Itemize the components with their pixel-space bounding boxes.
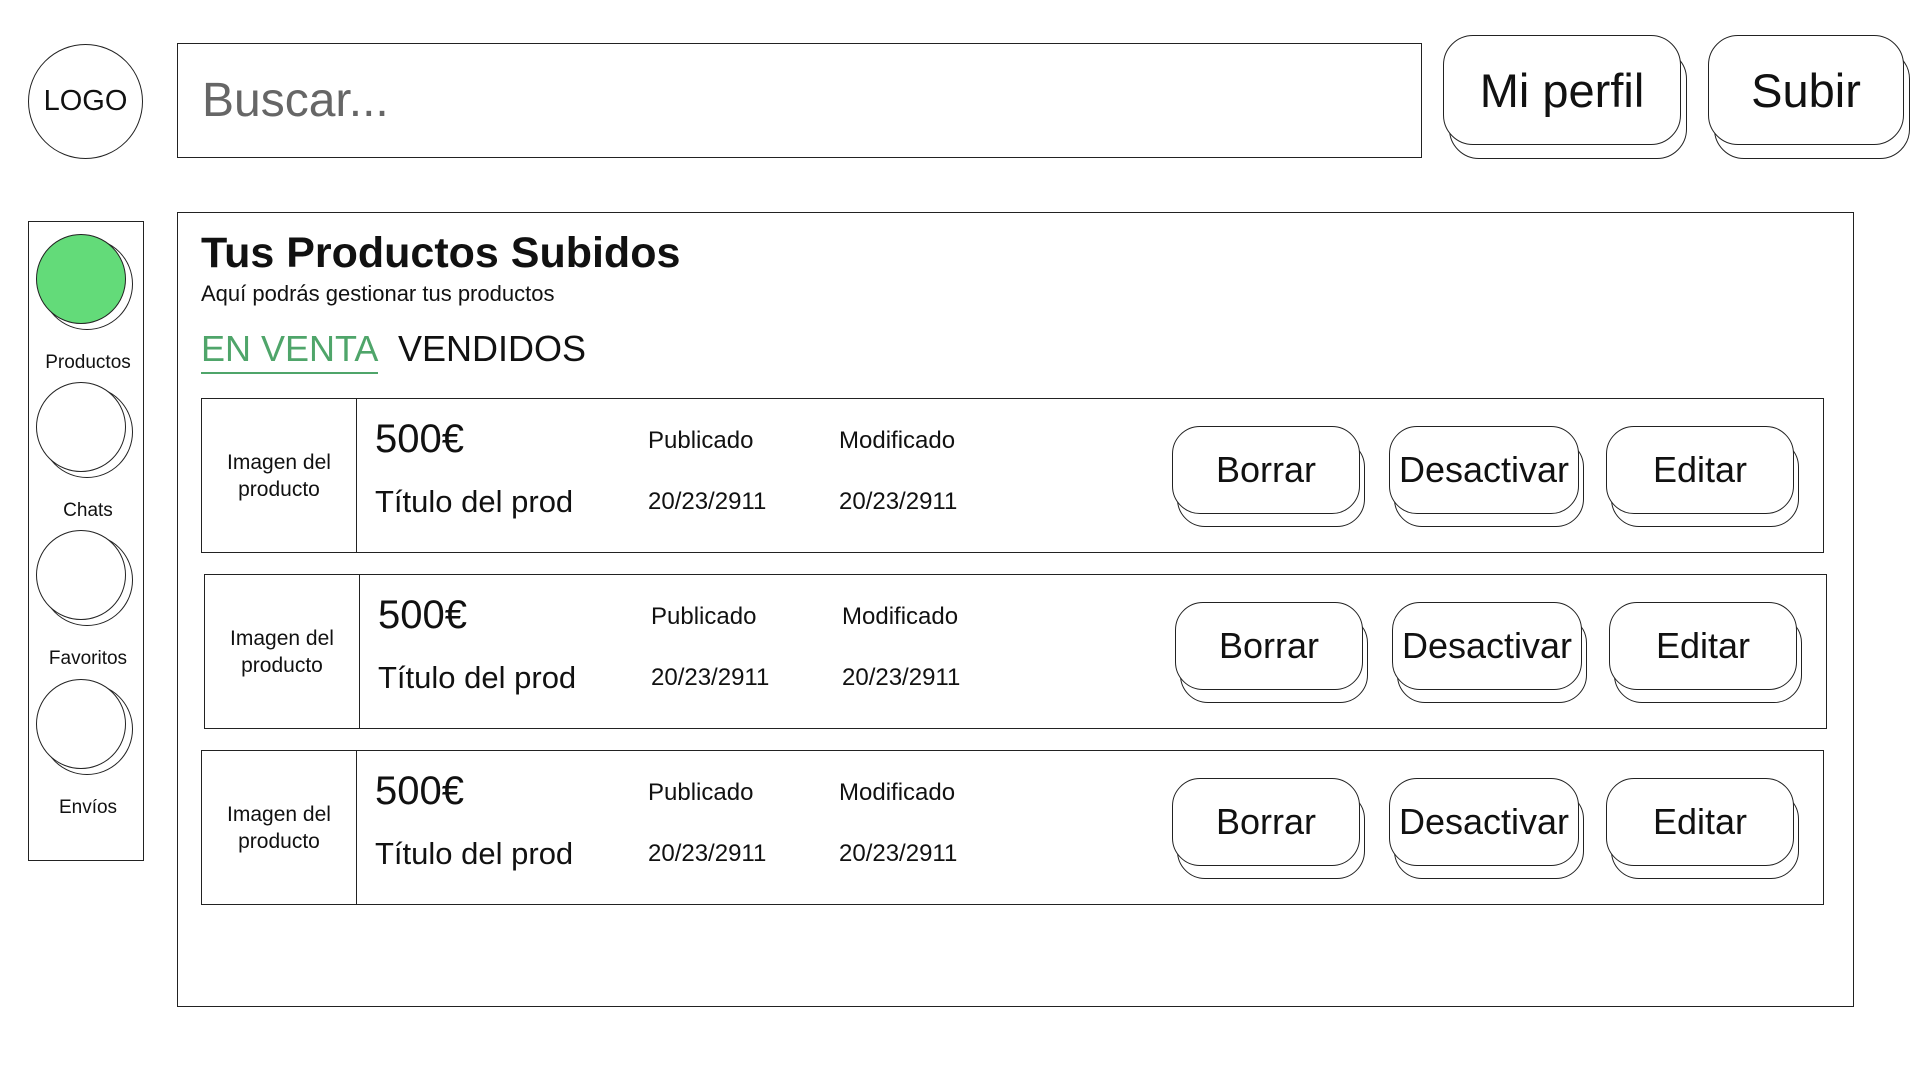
deactivate-button-face[interactable]: Desactivar [1392,602,1582,690]
published-date: 20/23/2911 [648,840,767,867]
edit-button[interactable]: Editar [1606,426,1799,527]
product-image-placeholder: Imagen del producto [205,575,360,728]
deactivate-button[interactable]: Desactivar [1389,778,1584,879]
productos-icon-face [36,234,126,324]
edit-button[interactable]: Editar [1609,602,1802,703]
published-label: Publicado [651,603,757,630]
search-bar[interactable] [177,43,1422,158]
sidebar-item-label: Envíos [58,797,118,818]
edit-button-label: Editar [1655,625,1751,666]
modified-date: 20/23/2911 [839,488,958,515]
deactivate-button[interactable]: Desactivar [1389,426,1584,527]
deactivate-button-label: Desactivar [1398,449,1570,490]
deactivate-button-face[interactable]: Desactivar [1389,426,1579,514]
delete-button[interactable]: Borrar [1175,602,1368,703]
product-title: Título del prod [378,660,577,695]
delete-button-label: Borrar [1215,801,1317,842]
edit-button-label: Editar [1652,449,1748,490]
delete-button-label: Borrar [1215,449,1317,490]
sidebar-item-label: Chats [63,500,113,521]
deactivate-button-label: Desactivar [1398,801,1570,842]
deactivate-button-label: Desactivar [1401,625,1573,666]
deactivate-button-face[interactable]: Desactivar [1389,778,1579,866]
modified-date: 20/23/2911 [842,664,961,691]
published-label: Publicado [648,427,754,454]
published-date: 20/23/2911 [651,664,770,691]
sidebar-item-productos[interactable]: Productos [29,234,145,374]
edit-button-face[interactable]: Editar [1606,778,1794,866]
main-panel: Tus Productos Subidos Aquí podrás gestio… [177,212,1854,1007]
envios-icon-face [36,679,126,769]
product-row: Imagen del producto 500€ Título del prod… [204,574,1827,729]
envios-icon [36,679,133,775]
delete-button-face[interactable]: Borrar [1172,778,1360,866]
profile-button[interactable]: Mi perfil [1443,35,1687,159]
product-image-placeholder: Imagen del producto [202,399,357,552]
published-label: Publicado [648,779,754,806]
search-input[interactable] [202,73,1421,128]
favoritos-icon-face [36,530,126,620]
logo[interactable]: LOGO [28,44,143,159]
product-price: 500€ [375,769,464,813]
sidebar-item-favoritos[interactable]: Favoritos [29,530,145,670]
product-image-placeholder: Imagen del producto [202,751,357,904]
chats-icon [36,382,133,478]
edit-button[interactable]: Editar [1606,778,1799,879]
deactivate-button[interactable]: Desactivar [1392,602,1587,703]
tab-en-venta[interactable]: EN VENTA [201,328,379,374]
chats-icon-face [36,382,126,472]
favoritos-icon [36,530,133,626]
product-price: 500€ [378,593,467,637]
logo-text: LOGO [43,85,128,117]
modified-label: Modificado [839,779,956,806]
edit-button-face[interactable]: Editar [1609,602,1797,690]
edit-button-face[interactable]: Editar [1606,426,1794,514]
published-date: 20/23/2911 [648,488,767,515]
delete-button-face[interactable]: Borrar [1172,426,1360,514]
tab-vendidos[interactable]: VENDIDOS [398,328,586,370]
product-row: Imagen del producto 500€ Título del prod… [201,398,1824,553]
page-title: Tus Productos Subidos [201,229,681,277]
product-row: Imagen del producto 500€ Título del prod… [201,750,1824,905]
sidebar-item-label: Favoritos [48,648,128,669]
modified-label: Modificado [839,427,956,454]
product-price: 500€ [375,417,464,461]
delete-button[interactable]: Borrar [1172,426,1365,527]
page-subtitle: Aquí podrás gestionar tus productos [201,281,555,306]
productos-icon [36,234,133,330]
delete-button-label: Borrar [1218,625,1320,666]
edit-button-label: Editar [1652,801,1748,842]
sidebar-item-chats[interactable]: Chats [29,382,145,522]
upload-button[interactable]: Subir [1708,35,1910,159]
profile-button-face[interactable]: Mi perfil [1443,35,1681,145]
delete-button[interactable]: Borrar [1172,778,1365,879]
modified-label: Modificado [842,603,959,630]
modified-date: 20/23/2911 [839,840,958,867]
product-title: Título del prod [375,836,574,871]
upload-button-label: Subir [1751,63,1861,117]
sidebar-item-label: Productos [45,352,131,373]
delete-button-face[interactable]: Borrar [1175,602,1363,690]
profile-button-label: Mi perfil [1479,63,1645,117]
sidebar: Productos Chats Favoritos Envíos [28,221,144,861]
sidebar-item-envios[interactable]: Envíos [29,679,145,819]
upload-button-face[interactable]: Subir [1708,35,1904,145]
product-title: Título del prod [375,484,574,519]
